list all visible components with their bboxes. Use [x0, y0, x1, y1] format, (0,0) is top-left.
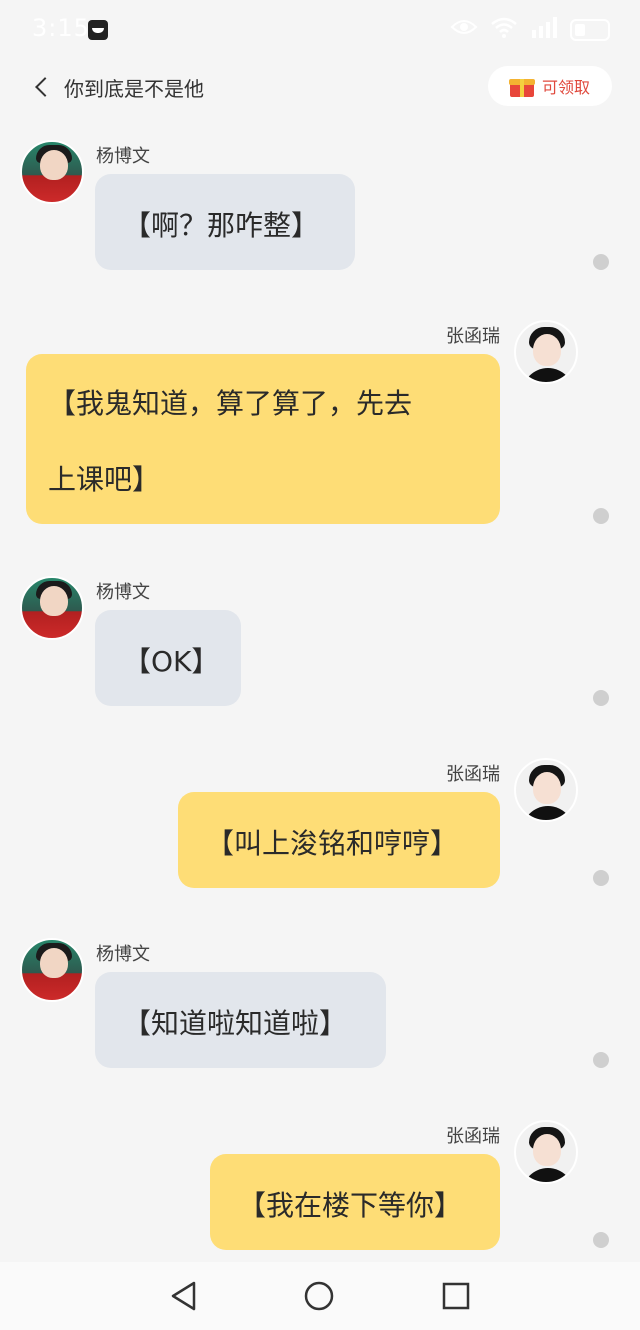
app-icon — [88, 20, 108, 40]
status-bar: 3:15 — [0, 0, 640, 60]
avatar[interactable] — [514, 758, 578, 822]
home-circle-icon[interactable] — [303, 1280, 335, 1312]
message-item: 杨博文 【OK】 — [0, 576, 640, 716]
sender-name: 杨博文 — [96, 582, 150, 603]
message-text: 【啊？那咋整】 — [123, 209, 320, 242]
avatar[interactable] — [514, 1120, 578, 1184]
read-status-dot — [593, 1232, 609, 1248]
message-bubble[interactable]: 【OK】 — [95, 610, 241, 706]
wifi-icon — [490, 16, 518, 44]
sender-name: 张函瑞 — [446, 1126, 500, 1147]
sender-name: 杨博文 — [96, 146, 150, 167]
read-status-dot — [593, 870, 609, 886]
message-text: 【OK】 — [123, 645, 220, 678]
back-button[interactable]: 你到底是不是他 — [30, 72, 210, 102]
message-bubble[interactable]: 【我鬼知道，算了算了，先去 上课吧】 — [26, 354, 500, 524]
read-status-dot — [593, 1052, 609, 1068]
recent-square-icon[interactable] — [440, 1280, 472, 1312]
chevron-left-icon — [35, 77, 55, 97]
status-icons — [450, 16, 610, 44]
message-bubble[interactable]: 【啊？那咋整】 — [95, 174, 355, 270]
eye-icon — [450, 17, 478, 43]
message-item: 张函瑞 【我鬼知道，算了算了，先去 上课吧】 — [0, 320, 640, 530]
chat-header: 你到底是不是他 可领取 — [0, 60, 640, 114]
read-status-dot — [593, 690, 609, 706]
avatar[interactable] — [514, 320, 578, 384]
message-text: 【我鬼知道，算了算了，先去 — [48, 387, 413, 420]
signal-icon — [530, 16, 558, 44]
chat-title: 你到底是不是他 — [64, 76, 204, 101]
reward-button[interactable]: 可领取 — [488, 66, 612, 106]
read-status-dot — [593, 254, 609, 270]
sender-name: 张函瑞 — [446, 764, 500, 785]
avatar[interactable] — [20, 140, 84, 204]
sender-name: 杨博文 — [96, 944, 150, 965]
message-text: 【知道啦知道啦】 — [123, 1007, 348, 1040]
battery-icon — [570, 19, 610, 41]
reward-label: 可领取 — [541, 78, 590, 97]
message-item: 杨博文 【知道啦知道啦】 — [0, 938, 640, 1078]
message-text: 【叫上浚铭和哼哼】 — [206, 827, 459, 860]
system-nav-bar — [0, 1262, 640, 1330]
message-bubble[interactable]: 【知道啦知道啦】 — [95, 972, 386, 1068]
status-time: 3:15 — [32, 14, 90, 42]
message-text: 【我在楼下等你】 — [238, 1189, 463, 1222]
message-bubble[interactable]: 【叫上浚铭和哼哼】 — [178, 792, 500, 888]
avatar[interactable] — [20, 938, 84, 1002]
gift-icon — [508, 75, 535, 97]
read-status-dot — [593, 508, 609, 524]
message-item: 杨博文 【啊？那咋整】 — [0, 140, 640, 280]
back-triangle-icon[interactable] — [168, 1280, 200, 1312]
message-item: 张函瑞 【叫上浚铭和哼哼】 — [0, 758, 640, 898]
message-item: 张函瑞 【我在楼下等你】 — [0, 1120, 640, 1260]
avatar[interactable] — [20, 576, 84, 640]
sender-name: 张函瑞 — [446, 326, 500, 347]
message-bubble[interactable]: 【我在楼下等你】 — [210, 1154, 500, 1250]
message-text: 上课吧】 — [48, 463, 161, 496]
